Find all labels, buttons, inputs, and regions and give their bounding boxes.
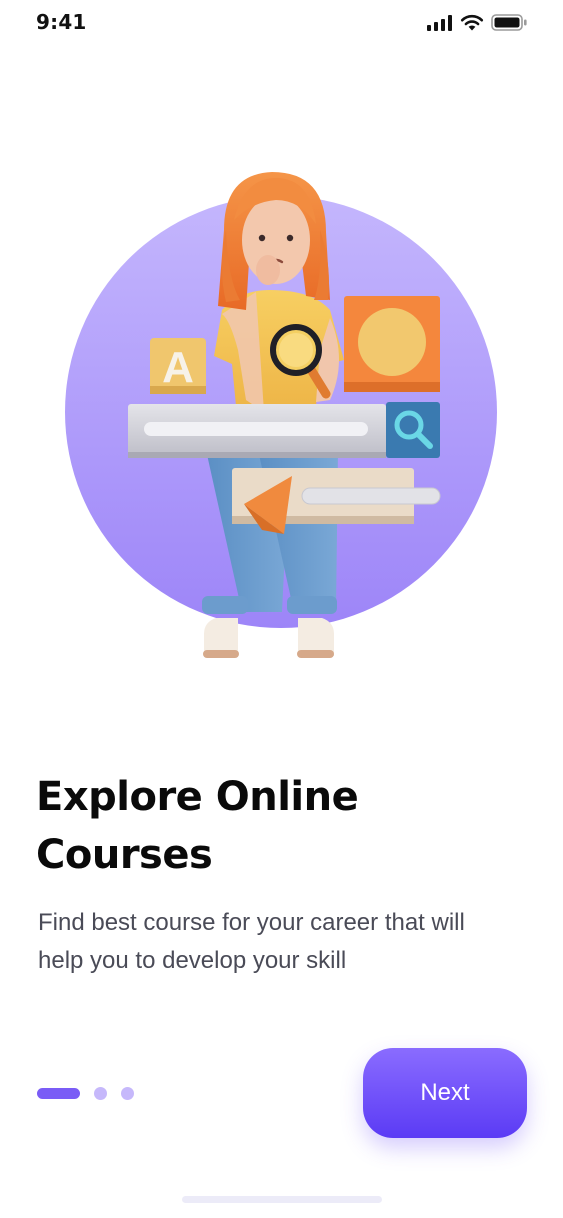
status-bar: 9:41 [0, 0, 563, 48]
status-time: 9:41 [36, 10, 87, 34]
page-indicator-dot [121, 1087, 134, 1100]
next-button[interactable]: Next [363, 1048, 527, 1138]
page-title: Explore Online Courses [36, 768, 526, 884]
page-indicator [37, 1087, 134, 1100]
title-line-1: Explore Online [36, 774, 359, 820]
battery-icon [491, 14, 527, 31]
description-line-1: Find best course for your career that wi… [38, 909, 465, 936]
title-line-2: Courses [36, 832, 213, 878]
page-indicator-dot-active [37, 1088, 80, 1099]
onboarding-illustration: A [0, 150, 563, 680]
page-description: Find best course for your career that wi… [38, 904, 518, 980]
home-indicator [182, 1196, 382, 1203]
status-icons [427, 14, 527, 31]
tile-letter: A [162, 343, 194, 392]
image-tile [344, 296, 440, 392]
wifi-icon [460, 14, 484, 31]
letter-tile: A [150, 338, 206, 394]
search-bar-illustration [128, 402, 440, 458]
signal-icon [427, 14, 453, 31]
page-indicator-dot [94, 1087, 107, 1100]
description-line-2: help you to develop your skill [38, 947, 347, 974]
